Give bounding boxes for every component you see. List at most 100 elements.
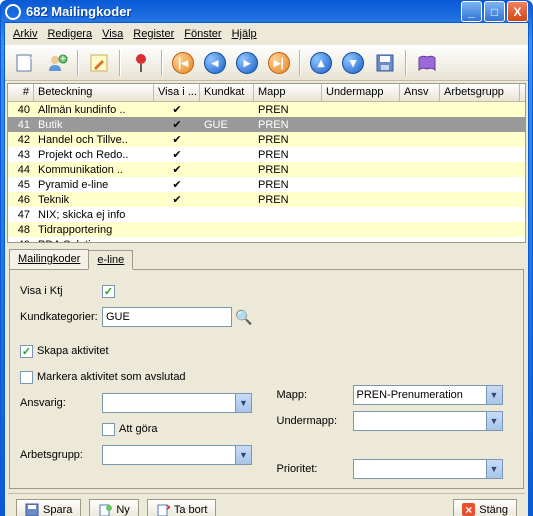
maximize-button[interactable]: □ (484, 1, 505, 22)
arbetsgrupp-combo[interactable]: ▼ (102, 445, 252, 465)
toolbar-separator (299, 50, 301, 76)
col-kundkat[interactable]: Kundkat (200, 84, 254, 101)
tabstrip: Mailingkoder e-line (9, 249, 524, 269)
table-row[interactable]: 42Handel och Tillve..✔PREN (8, 132, 525, 147)
table-row[interactable]: 44Kommunikation ..✔PREN (8, 162, 525, 177)
tb-pin-icon[interactable] (127, 49, 155, 77)
app-window: 682 Mailingkoder _ □ X Arkiv Redigera Vi… (0, 0, 533, 516)
tb-save-icon[interactable] (371, 49, 399, 77)
arbetsgrupp-label: Arbetsgrupp: (20, 449, 102, 461)
ansvarig-combo[interactable]: ▼ (102, 393, 252, 413)
col-visai[interactable]: Visa i ... (154, 84, 200, 101)
menu-visa[interactable]: Visa (102, 28, 123, 40)
delete-icon: × (156, 503, 170, 516)
new-icon (98, 503, 112, 516)
menu-arkiv[interactable]: Arkiv (13, 28, 37, 40)
chevron-down-icon: ▼ (235, 394, 251, 412)
mapp-value: PREN-Prenumeration (357, 389, 463, 401)
minimize-button[interactable]: _ (461, 1, 482, 22)
table-row[interactable]: 40Allmän kundinfo ..✔PREN (8, 102, 525, 117)
svg-text:+: + (60, 53, 66, 65)
chevron-down-icon: ▼ (486, 386, 502, 404)
tabort-button[interactable]: × Ta bort (147, 499, 217, 516)
chevron-down-icon: ▼ (486, 460, 502, 478)
titlebar: 682 Mailingkoder _ □ X (1, 1, 532, 22)
menu-redigera[interactable]: Redigera (47, 28, 92, 40)
toolbar-separator (119, 50, 121, 76)
button-bar: Spara Ny × Ta bort × Stäng (8, 493, 525, 516)
menu-register[interactable]: Register (133, 28, 174, 40)
markera-avslutad-checkbox[interactable] (20, 371, 33, 384)
data-grid[interactable]: # Beteckning Visa i ... Kundkat Mapp Und… (7, 83, 526, 243)
tb-last-icon[interactable]: ▸| (265, 49, 293, 77)
kundkategorier-label: Kundkategorier: (20, 311, 102, 323)
search-icon[interactable]: 🔍 (232, 309, 256, 326)
att-gora-checkbox[interactable] (102, 423, 115, 436)
menubar: Arkiv Redigera Visa Register Fönster Hjä… (5, 23, 528, 45)
tab-container: Mailingkoder e-line Visa i Ktj ✓ Kundkat… (9, 249, 524, 489)
stang-label: Stäng (479, 504, 508, 516)
grid-body[interactable]: 40Allmän kundinfo ..✔PREN41Butik✔GUEPREN… (8, 102, 525, 242)
toolbar-separator (405, 50, 407, 76)
toolbar-separator (161, 50, 163, 76)
tb-up-icon[interactable]: ▴ (307, 49, 335, 77)
save-icon (25, 503, 39, 516)
prioritet-combo[interactable]: ▼ (353, 459, 503, 479)
col-num[interactable]: # (8, 84, 34, 101)
tb-next-icon[interactable]: ▸ (233, 49, 261, 77)
tab-panel-eline: Visa i Ktj ✓ Kundkategorier: 🔍 ✓ Skapa a… (9, 269, 524, 489)
visaiktj-label: Visa i Ktj (20, 285, 102, 297)
tb-first-icon[interactable]: |◂ (169, 49, 197, 77)
menu-fonster[interactable]: Fönster (184, 28, 221, 40)
svg-text:×: × (166, 503, 170, 514)
ny-label: Ny (116, 504, 129, 516)
close-button[interactable]: X (507, 1, 528, 22)
visaiktj-checkbox[interactable]: ✓ (102, 285, 115, 298)
undermapp-combo[interactable]: ▼ (353, 411, 503, 431)
prioritet-label: Prioritet: (277, 463, 353, 475)
tb-prev-icon[interactable]: ◂ (201, 49, 229, 77)
spara-button[interactable]: Spara (16, 499, 81, 516)
col-beteckning[interactable]: Beteckning (34, 84, 154, 101)
table-row[interactable]: 46Teknik✔PREN (8, 192, 525, 207)
att-gora-label: Att göra (119, 423, 158, 435)
chevron-down-icon: ▼ (235, 446, 251, 464)
skapa-aktivitet-checkbox[interactable]: ✓ (20, 345, 33, 358)
tb-down-icon[interactable]: ▾ (339, 49, 367, 77)
ansvarig-label: Ansvarig: (20, 397, 102, 409)
menu-hjalp[interactable]: Hjälp (232, 28, 257, 40)
tb-new-icon[interactable] (11, 49, 39, 77)
app-icon (5, 4, 21, 20)
spara-label: Spara (43, 504, 72, 516)
grid-header: # Beteckning Visa i ... Kundkat Mapp Und… (8, 84, 525, 102)
table-row[interactable]: 45Pyramid e-line✔PREN (8, 177, 525, 192)
close-icon: × (462, 503, 475, 516)
stang-button[interactable]: × Stäng (453, 499, 517, 516)
table-row[interactable]: 47NIX; skicka ej info (8, 207, 525, 222)
col-arbetsgrupp[interactable]: Arbetsgrupp (440, 84, 520, 101)
window-title: 682 Mailingkoder (26, 4, 459, 19)
tabort-label: Ta bort (174, 504, 208, 516)
tab-eline[interactable]: e-line (88, 250, 133, 270)
client-area: Arkiv Redigera Visa Register Fönster Hjä… (4, 22, 529, 516)
skapa-aktivitet-label: Skapa aktivitet (37, 345, 109, 357)
mapp-combo[interactable]: PREN-Prenumeration ▼ (353, 385, 503, 405)
undermapp-label: Undermapp: (277, 415, 353, 427)
toolbar: + |◂ ◂ ▸ ▸| ▴ ▾ (5, 45, 528, 81)
kundkategorier-input[interactable] (102, 307, 232, 327)
tb-book-icon[interactable] (413, 49, 441, 77)
table-row[interactable]: 49PDA Solutions (8, 237, 525, 242)
col-mapp[interactable]: Mapp (254, 84, 322, 101)
chevron-down-icon: ▼ (486, 412, 502, 430)
ny-button[interactable]: Ny (89, 499, 138, 516)
tb-note-icon[interactable] (85, 49, 113, 77)
mapp-label: Mapp: (277, 389, 353, 401)
tab-mailingkoder[interactable]: Mailingkoder (9, 249, 89, 269)
tb-user-icon[interactable]: + (43, 49, 71, 77)
col-undermapp[interactable]: Undermapp (322, 84, 400, 101)
col-ansv[interactable]: Ansv (400, 84, 440, 101)
table-row[interactable]: 43Projekt och Redo..✔PREN (8, 147, 525, 162)
table-row[interactable]: 48Tidrapportering (8, 222, 525, 237)
markera-avslutad-label: Markera aktivitet som avslutad (37, 371, 186, 383)
table-row[interactable]: 41Butik✔GUEPREN (8, 117, 525, 132)
